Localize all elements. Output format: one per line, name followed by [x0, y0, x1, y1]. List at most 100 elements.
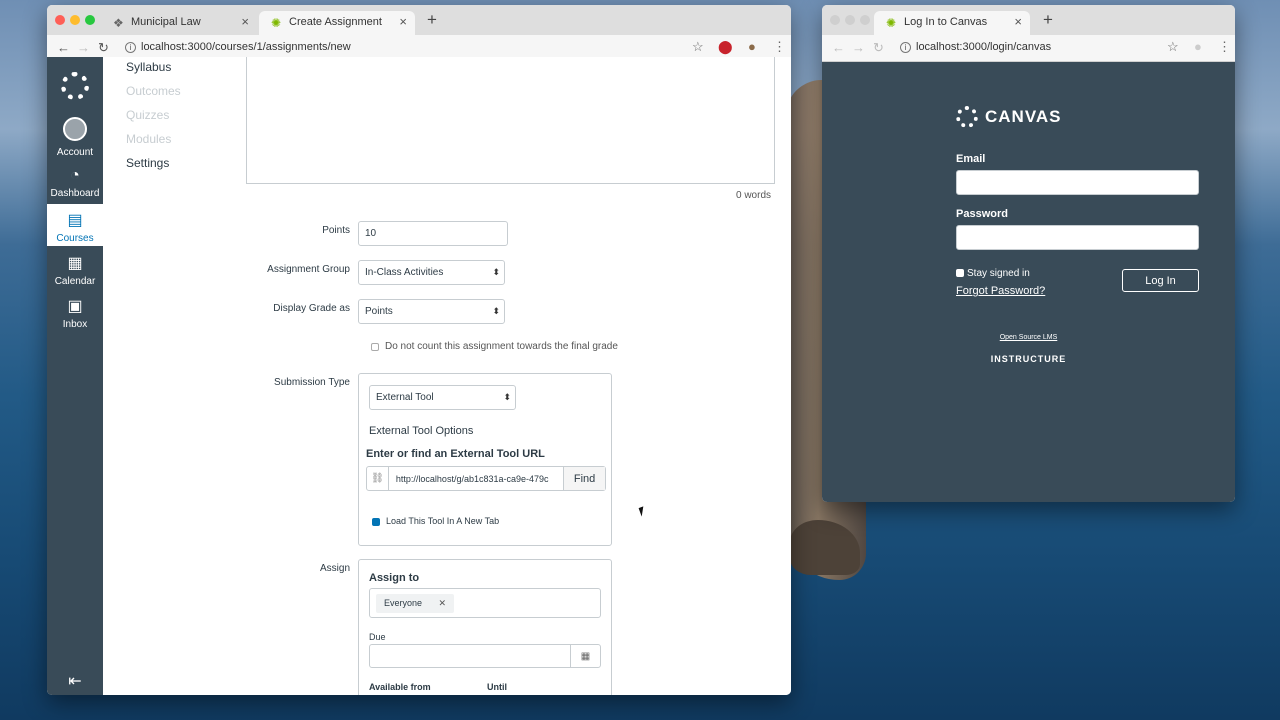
points-value: 10: [365, 228, 377, 239]
find-button[interactable]: Find: [563, 467, 605, 490]
forward-icon[interactable]: →: [77, 40, 90, 55]
open-source-link[interactable]: Open Source LMS: [822, 334, 1235, 341]
tab-login[interactable]: ✺ Log In to Canvas ×: [874, 11, 1030, 35]
login-button[interactable]: Log In: [1122, 269, 1199, 292]
address-bar: ← → ↻ i localhost:3000/login/canvas ☆ ● …: [822, 35, 1235, 62]
remove-assignee-icon[interactable]: ✕: [439, 598, 447, 608]
tab-bar: ✺ Log In to Canvas × +: [822, 5, 1235, 35]
nav-inbox[interactable]: ▣ Inbox: [47, 296, 103, 336]
course-nav-syllabus[interactable]: Syllabus: [126, 60, 171, 74]
nav-label: Courses: [56, 233, 94, 244]
stay-signed-in-label: Stay signed in: [967, 268, 1030, 279]
back-icon[interactable]: ←: [832, 40, 845, 55]
assignment-group-value: In-Class Activities: [365, 267, 444, 278]
nav-label: Dashboard: [50, 188, 100, 199]
tab-bar: ❖ Municipal Law × ✺ Create Assignment × …: [47, 5, 791, 35]
reload-icon[interactable]: ↻: [873, 40, 884, 56]
new-tab-icon[interactable]: +: [1043, 10, 1053, 30]
canvas-logo-icon[interactable]: [61, 72, 89, 100]
close-tab-icon[interactable]: ×: [1014, 14, 1022, 29]
course-nav-quizzes[interactable]: Quizzes: [126, 108, 169, 122]
calendar-picker-icon[interactable]: ▦: [570, 645, 600, 667]
menu-icon[interactable]: ⋮: [1218, 39, 1231, 55]
canvas-loading-icon: ✺: [886, 16, 897, 30]
info-icon[interactable]: i: [900, 42, 911, 53]
browser-window-right: ✺ Log In to Canvas × + ← → ↻ i localhost…: [822, 5, 1235, 502]
close-tab-icon[interactable]: ×: [241, 14, 249, 29]
assignee-label: Everyone: [384, 597, 423, 608]
assignment-group-select[interactable]: In-Class Activities: [358, 260, 505, 285]
tab-create-assignment[interactable]: ✺ Create Assignment ×: [259, 11, 415, 35]
points-input[interactable]: 10: [358, 221, 508, 246]
tab-label: Create Assignment: [289, 16, 382, 28]
minimize-window-button[interactable]: [845, 15, 855, 25]
assign-panel: Assign to Everyone ✕ Due ▦ Available fro…: [358, 559, 612, 695]
profile-avatar-icon[interactable]: ●: [748, 39, 756, 54]
omit-from-final-label: Do not count this assignment towards the…: [385, 341, 618, 352]
canvas-logo-icon: [956, 106, 978, 128]
collapse-nav-icon[interactable]: ⇤: [47, 671, 103, 691]
inbox-icon: ▣: [67, 298, 83, 315]
url-field[interactable]: localhost:3000/login/canvas: [916, 41, 1051, 53]
nav-dashboard[interactable]: ◔ Dashboard: [47, 167, 103, 207]
browser-window-left: ❖ Municipal Law × ✺ Create Assignment × …: [47, 5, 791, 695]
stay-signed-in-checkbox[interactable]: [956, 269, 964, 277]
nav-courses[interactable]: ▤ Courses: [47, 204, 103, 246]
reload-icon[interactable]: ↻: [98, 40, 109, 56]
description-editor[interactable]: [246, 57, 775, 184]
close-tab-icon[interactable]: ×: [399, 14, 407, 29]
submission-type-select[interactable]: External Tool: [369, 385, 516, 410]
omit-from-final-checkbox[interactable]: [371, 343, 379, 351]
forgot-password-link[interactable]: Forgot Password?: [956, 285, 1045, 297]
bookmark-star-icon[interactable]: ☆: [1167, 39, 1179, 55]
forward-icon[interactable]: →: [852, 40, 865, 55]
submission-type-label: Submission Type: [274, 377, 350, 388]
new-tab-icon[interactable]: +: [427, 10, 437, 30]
instructure-logo: INSTRUCTURE: [990, 354, 1067, 364]
course-nav-outcomes[interactable]: Outcomes: [126, 84, 181, 98]
maximize-window-button[interactable]: [85, 15, 95, 25]
maximize-window-button[interactable]: [860, 15, 870, 25]
assign-to-heading: Assign to: [369, 572, 420, 584]
info-icon[interactable]: i: [125, 42, 136, 53]
email-label: Email: [956, 153, 986, 165]
assign-label: Assign: [319, 563, 350, 574]
profile-avatar-icon[interactable]: ●: [1194, 39, 1202, 54]
assignment-group-label: Assignment Group: [267, 264, 350, 275]
nav-account[interactable]: Account: [47, 117, 103, 158]
assign-to-input[interactable]: Everyone ✕: [369, 588, 601, 618]
assignee-token[interactable]: Everyone ✕: [376, 593, 455, 613]
submission-type-value: External Tool: [376, 392, 434, 403]
available-from-label: Available from: [369, 682, 431, 692]
course-nav-settings[interactable]: Settings: [126, 156, 169, 170]
minimize-window-button[interactable]: [70, 15, 80, 25]
password-label: Password: [956, 208, 1008, 220]
tab-municipal-law[interactable]: ❖ Municipal Law ×: [101, 11, 257, 35]
dashboard-icon: ◔: [70, 167, 80, 184]
nav-calendar[interactable]: ▦ Calendar: [47, 253, 103, 293]
pinterest-icon[interactable]: ⬤: [718, 39, 733, 55]
email-input[interactable]: [956, 170, 1199, 195]
external-tool-options-heading: External Tool Options: [369, 425, 474, 437]
password-input[interactable]: [956, 225, 1199, 250]
external-tool-url-input[interactable]: http://localhost/g/ab1c831a-ca9e-479c: [389, 474, 563, 484]
word-count: 0 words: [736, 190, 772, 201]
course-nav-modules[interactable]: Modules: [126, 132, 171, 146]
display-grade-select[interactable]: Points: [358, 299, 505, 324]
display-grade-value: Points: [365, 306, 393, 317]
canvas-loading-icon: ✺: [271, 16, 282, 30]
new-tab-checkbox[interactable]: [372, 518, 380, 526]
close-window-button[interactable]: [55, 15, 65, 25]
due-date-input[interactable]: ▦: [369, 644, 601, 668]
bookmark-star-icon[interactable]: ☆: [692, 39, 704, 55]
new-tab-label: Load This Tool In A New Tab: [386, 516, 500, 526]
menu-icon[interactable]: ⋮: [773, 39, 786, 55]
close-window-button[interactable]: [830, 15, 840, 25]
back-icon[interactable]: ←: [57, 40, 70, 55]
tab-label: Municipal Law: [131, 16, 201, 28]
url-field[interactable]: localhost:3000/courses/1/assignments/new: [141, 41, 351, 53]
nav-label: Account: [56, 147, 94, 158]
canvas-icon: ❖: [113, 16, 124, 30]
nav-label: Calendar: [54, 276, 96, 287]
until-label: Until: [487, 682, 507, 692]
